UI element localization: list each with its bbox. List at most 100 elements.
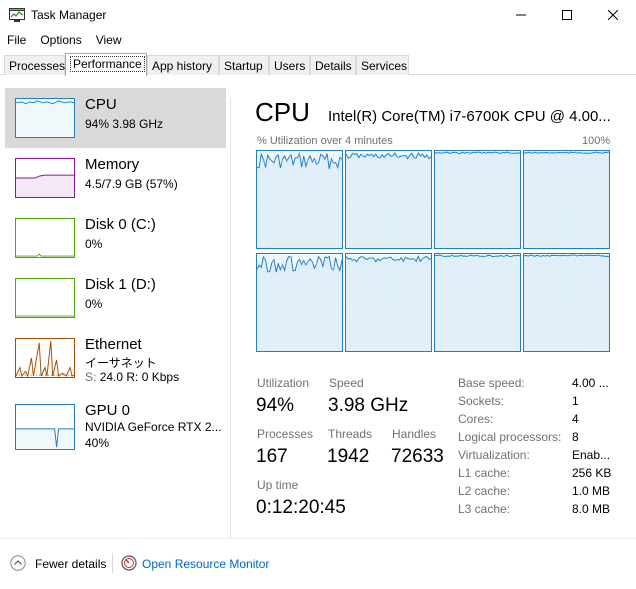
core-graph	[345, 253, 432, 352]
minimize-icon	[516, 14, 526, 16]
resource-list: CPU 94% 3.98 GHz Memory 4.5/7.9 GB (57%)…	[0, 86, 228, 538]
graph-max-label: 100%	[582, 135, 611, 147]
tab-label: Startup	[224, 59, 263, 73]
tab-label: Services	[361, 59, 408, 73]
spec-label: L2 cache:	[458, 484, 511, 498]
maximize-button[interactable]	[544, 0, 590, 30]
processes-value: 167	[256, 446, 288, 467]
menu-options[interactable]: Options	[33, 31, 88, 51]
memory-thumbnail	[15, 158, 75, 198]
speed-label: Speed	[329, 376, 364, 390]
tab-users[interactable]: Users	[269, 55, 310, 75]
spec-label: L3 cache:	[458, 502, 511, 516]
spec-label: Logical processors:	[458, 430, 562, 444]
chevron-up-icon[interactable]	[10, 555, 26, 571]
spec-label: Virtualization:	[458, 448, 530, 462]
core-graph	[434, 150, 521, 249]
task-manager-icon	[9, 8, 25, 22]
open-resource-monitor-link[interactable]: Open Resource Monitor	[142, 557, 269, 571]
spec-value: 8	[572, 430, 579, 444]
spec-label: Sockets:	[458, 394, 505, 408]
core-graph	[256, 150, 343, 249]
handles-label: Handles	[392, 427, 437, 441]
gpu-thumbnail	[15, 404, 75, 450]
gpu-title: GPU 0	[85, 402, 131, 419]
tab-label: Performance	[70, 56, 145, 72]
tab-label: Processes	[9, 59, 66, 73]
maximize-icon	[562, 10, 572, 20]
cpu-core-graphs	[256, 150, 610, 352]
disk-0-title: Disk 0 (C:)	[85, 216, 156, 233]
gpu-model: NVIDIA GeForce RTX 2...	[85, 420, 222, 434]
throughput-values: 24.0 R: 0 Kbps	[99, 370, 180, 384]
footer-separator	[112, 553, 113, 573]
utilization-value: 94%	[256, 395, 295, 416]
resource-disk-0[interactable]: Disk 0 (C:) 0%	[5, 208, 226, 268]
ethernet-throughput: S: 24.0 R: 0 Kbps	[85, 370, 179, 384]
tab-processes[interactable]: Processes	[4, 55, 65, 75]
spec-value: 256 KB	[572, 466, 612, 480]
cpu-summary: 94% 3.98 GHz	[85, 117, 164, 131]
disk-0-thumbnail	[15, 218, 75, 258]
tab-label: Details	[315, 59, 352, 73]
threads-label: Threads	[328, 427, 373, 441]
core-graph	[345, 150, 432, 249]
memory-summary: 4.5/7.9 GB (57%)	[85, 177, 178, 191]
ethernet-adapter-name: イーサネット	[85, 356, 157, 370]
fewer-details-link[interactable]: Fewer details	[35, 557, 106, 571]
tab-details[interactable]: Details	[310, 55, 356, 75]
memory-title: Memory	[85, 156, 140, 173]
core-graph	[523, 150, 610, 249]
spec-value: 1	[572, 394, 579, 408]
disk-0-summary: 0%	[85, 237, 103, 251]
tab-label: App history	[152, 59, 213, 73]
tab-app-history[interactable]: App history	[147, 55, 219, 75]
threads-value: 1942	[327, 446, 370, 467]
spec-value: 1.0 MB	[572, 484, 611, 498]
disk-1-title: Disk 1 (D:)	[85, 276, 156, 293]
handles-value: 72633	[391, 446, 444, 467]
panel-divider[interactable]	[230, 98, 231, 538]
send-label: S:	[85, 370, 97, 384]
core-graph	[523, 253, 610, 352]
menu-bar: File Options View	[0, 31, 129, 51]
ethernet-title: Ethernet	[85, 336, 142, 353]
resource-ethernet[interactable]: Ethernet イーサネット S: 24.0 R: 0 Kbps	[5, 328, 226, 388]
processes-label: Processes	[257, 427, 314, 441]
disk-1-summary: 0%	[85, 297, 103, 311]
core-graph	[256, 253, 343, 352]
ethernet-thumbnail	[15, 338, 75, 378]
menu-file[interactable]: File	[0, 31, 33, 51]
spec-value: 4.00 ...	[572, 376, 609, 390]
cpu-thumbnail	[15, 98, 75, 138]
cpu-model: Intel(R) Core(TM) i7-6700K CPU @ 4.00...	[328, 108, 611, 125]
spec-label: Base speed:	[458, 376, 525, 390]
gpu-utilization: 40%	[85, 436, 110, 450]
spec-value: Enab...	[572, 448, 611, 462]
title-bar[interactable]: Task Manager	[0, 0, 636, 30]
cpu-title: CPU	[85, 96, 117, 113]
disk-1-thumbnail	[15, 278, 75, 318]
graph-caption: % Utilization over 4 minutes	[257, 135, 393, 147]
core-graph	[434, 253, 521, 352]
spec-label: L1 cache:	[458, 466, 511, 480]
tab-services[interactable]: Services	[356, 55, 409, 75]
menu-view[interactable]: View	[89, 31, 129, 51]
window-title: Task Manager	[31, 8, 107, 22]
spec-value: 8.0 MB	[572, 502, 611, 516]
speed-value: 3.98 GHz	[328, 395, 409, 416]
resource-gpu-0[interactable]: GPU 0 NVIDIA GeForce RTX 2... 40%	[5, 394, 226, 454]
resource-memory[interactable]: Memory 4.5/7.9 GB (57%)	[5, 148, 226, 208]
uptime-value: 0:12:20:45	[256, 497, 346, 518]
spec-value: 4	[572, 412, 579, 426]
footer-divider	[0, 538, 636, 539]
tab-startup[interactable]: Startup	[219, 55, 269, 75]
resource-cpu[interactable]: CPU 94% 3.98 GHz	[5, 88, 226, 148]
uptime-label: Up time	[257, 478, 299, 492]
close-icon	[608, 10, 618, 20]
resource-disk-1[interactable]: Disk 1 (D:) 0%	[5, 268, 226, 328]
minimize-button[interactable]	[498, 0, 544, 30]
tab-performance[interactable]: Performance	[65, 53, 147, 76]
close-button[interactable]	[590, 0, 636, 30]
resource-monitor-icon[interactable]	[121, 555, 137, 571]
